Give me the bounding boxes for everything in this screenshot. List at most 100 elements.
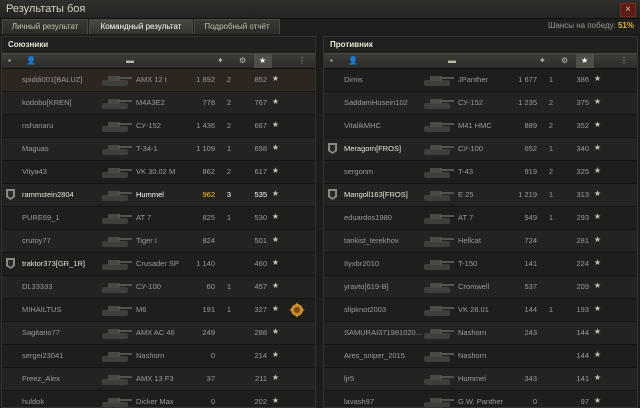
player-row[interactable]: Meragorn[FROS] СУ-100 652 1 340 ★ xyxy=(324,138,637,161)
kills-value: 2 xyxy=(226,167,231,176)
damage-value: 724 xyxy=(524,236,537,245)
kills-column-icon[interactable]: ⚙ xyxy=(561,56,568,65)
player-name: SaddamHusein102 xyxy=(344,98,408,107)
player-row[interactable]: spiddi001[BALUZ] AMX 12 t1 892 2 852 ★ xyxy=(2,69,315,92)
damage-value: 243 xyxy=(524,328,537,337)
star-icon: ★ xyxy=(593,143,601,152)
damage-value: 889 xyxy=(524,121,537,130)
player-row[interactable]: Ityxbr2010 T-150 141 224 ★ xyxy=(324,253,637,276)
player-row[interactable]: SaddamHusein102 СУ-152 1 235 2 375 ★ xyxy=(324,92,637,115)
player-row[interactable]: crutoy77 Tiger I 824 501 ★ xyxy=(2,230,315,253)
medal-icon[interactable] xyxy=(289,302,305,318)
tank-name: Nashorn xyxy=(458,351,487,360)
xp-value: 501 xyxy=(254,236,267,245)
damage-value: 249 xyxy=(202,328,215,337)
damage-value: 949 xyxy=(524,213,537,222)
tab-detailed[interactable]: Подробный отчёт xyxy=(194,19,280,34)
player-name: Ares_sniper_2015 xyxy=(344,351,405,360)
xp-column-icon[interactable]: ★ xyxy=(259,56,266,65)
platoon-icon xyxy=(328,143,337,154)
star-icon: ★ xyxy=(271,350,279,359)
star-icon: ★ xyxy=(593,258,601,267)
xp-value: 386 xyxy=(576,75,589,84)
star-icon: ★ xyxy=(593,74,601,83)
player-row[interactable]: ljr5 Hummel 343 141 ★ xyxy=(324,368,637,391)
kills-value: 2 xyxy=(548,121,553,130)
player-row[interactable]: VitalikMHC M41 HMC 889 2 352 ★ xyxy=(324,115,637,138)
player-row[interactable]: sergei23041 Nashorn 0 214 ★ xyxy=(2,345,315,368)
xp-value: 535 xyxy=(254,190,267,199)
player-row[interactable]: Sagitario77 AMX AC 46 249 288 ★ xyxy=(2,322,315,345)
player-row[interactable]: MIHAILTUS M6 191 1 327 ★ xyxy=(2,299,315,322)
xp-value: 313 xyxy=(576,190,589,199)
tank-column-icon[interactable]: ▬ xyxy=(448,56,456,65)
player-name: sergonm xyxy=(344,167,374,176)
achievements-column-icon[interactable]: ⋮ xyxy=(298,56,306,65)
star-icon: ★ xyxy=(593,304,601,313)
player-row[interactable]: PURE69_1 AT 7 825 1 530 ★ xyxy=(2,207,315,230)
damage-value: 1 677 xyxy=(518,75,537,84)
star-icon: ★ xyxy=(271,396,279,405)
player-column-icon[interactable]: 👤 xyxy=(26,56,36,65)
player-row[interactable]: traktor373[GR_1R] Crusader SP 1 140 460 ★ xyxy=(2,253,315,276)
kills-value: 1 xyxy=(226,213,231,222)
player-row[interactable]: SAMURAI371981020... Nashorn 243 144 ★ xyxy=(324,322,637,345)
player-row[interactable]: yravto[619-B] Cromwell 537 209 ★ xyxy=(324,276,637,299)
player-row[interactable]: DL33333 СУ-100 60 1 457 ★ xyxy=(2,276,315,299)
player-row[interactable]: eduardos1980 AT 7 949 1 293 ★ xyxy=(324,207,637,230)
damage-value: 144 xyxy=(524,305,537,314)
player-row[interactable]: nshanaru СУ-152 1 436 2 667 ★ xyxy=(2,115,315,138)
star-icon: ★ xyxy=(593,120,601,129)
player-row[interactable]: lavash97 G.W. Panther 0 97 ★ xyxy=(324,391,637,407)
damage-value: 0 xyxy=(210,397,215,406)
player-name: Dimis xyxy=(344,75,363,84)
player-name: MIHAILTUS xyxy=(22,305,62,314)
close-button[interactable]: × xyxy=(620,3,636,17)
player-row[interactable]: slipknot2003 VK 28.01 144 1 193 ★ xyxy=(324,299,637,322)
player-row[interactable]: Ares_sniper_2015 Nashorn 144 ★ xyxy=(324,345,637,368)
xp-value: 852 xyxy=(254,75,267,84)
player-column-icon[interactable]: 👤 xyxy=(348,56,358,65)
player-row[interactable]: sergonm T-43 919 2 325 ★ xyxy=(324,161,637,184)
star-icon: ★ xyxy=(271,143,279,152)
player-name: kodobo[KREN] xyxy=(22,98,72,107)
player-row[interactable]: rammstein2804 Hummel 962 3 535 ★ xyxy=(2,184,315,207)
player-row[interactable]: Dimis JPanther 1 677 1 386 ★ xyxy=(324,69,637,92)
player-row[interactable]: Freez_Alex AMX 13 F3 37 211 ★ xyxy=(2,368,315,391)
star-icon: ★ xyxy=(271,189,279,198)
kills-value: 2 xyxy=(226,98,231,107)
platoon-column-icon[interactable]: ▪ xyxy=(330,56,333,65)
xp-value: 281 xyxy=(576,236,589,245)
platoon-column-icon[interactable]: ▪ xyxy=(8,56,11,65)
player-row[interactable]: Mangoll163[FROS] E 25 1 219 1 313 ★ xyxy=(324,184,637,207)
tank-column-icon[interactable]: ▬ xyxy=(126,56,134,65)
star-icon: ★ xyxy=(593,373,601,382)
platoon-icon xyxy=(6,189,15,200)
xp-column-icon[interactable]: ★ xyxy=(581,56,588,65)
player-row[interactable]: huldok Dicker Max 0 202 ★ xyxy=(2,391,315,407)
player-name: nshanaru xyxy=(22,121,54,130)
kills-column-icon[interactable]: ⚙ xyxy=(239,56,246,65)
kills-value: 3 xyxy=(226,190,231,199)
tab-personal[interactable]: Личный результат xyxy=(2,19,88,34)
damage-column-icon[interactable]: ✦ xyxy=(539,56,546,65)
star-icon: ★ xyxy=(271,304,279,313)
xp-value: 211 xyxy=(255,374,267,383)
player-name: VitalikMHC xyxy=(344,121,381,130)
player-name: Maguas xyxy=(22,144,49,153)
player-row[interactable]: Maguas T-34-1 1 109 1 658 ★ xyxy=(2,138,315,161)
xp-value: 375 xyxy=(576,98,589,107)
xp-value: 288 xyxy=(254,328,267,337)
player-row[interactable]: kodobo[KREN] M4A3E2 778 2 767 ★ xyxy=(2,92,315,115)
damage-column-icon[interactable]: ✦ xyxy=(217,56,224,65)
tab-team[interactable]: Командный результат xyxy=(89,19,193,34)
enemies-panel: Противник ▪ 👤 ▬ ✦ ⚙ ★ ⋮ Dimis JPanther 1 6… xyxy=(323,36,638,408)
kills-value: 2 xyxy=(226,121,231,130)
achievements-column-icon[interactable]: ⋮ xyxy=(620,56,628,65)
damage-value: 37 xyxy=(206,374,215,383)
star-icon: ★ xyxy=(593,97,601,106)
player-row[interactable]: Vitya43 VK 30.02 M 862 2 617 ★ xyxy=(2,161,315,184)
player-row[interactable]: tankist_terekhov Hellcat 724 281 ★ xyxy=(324,230,637,253)
damage-value: 919 xyxy=(524,167,537,176)
player-name: rammstein2804 xyxy=(22,190,74,199)
